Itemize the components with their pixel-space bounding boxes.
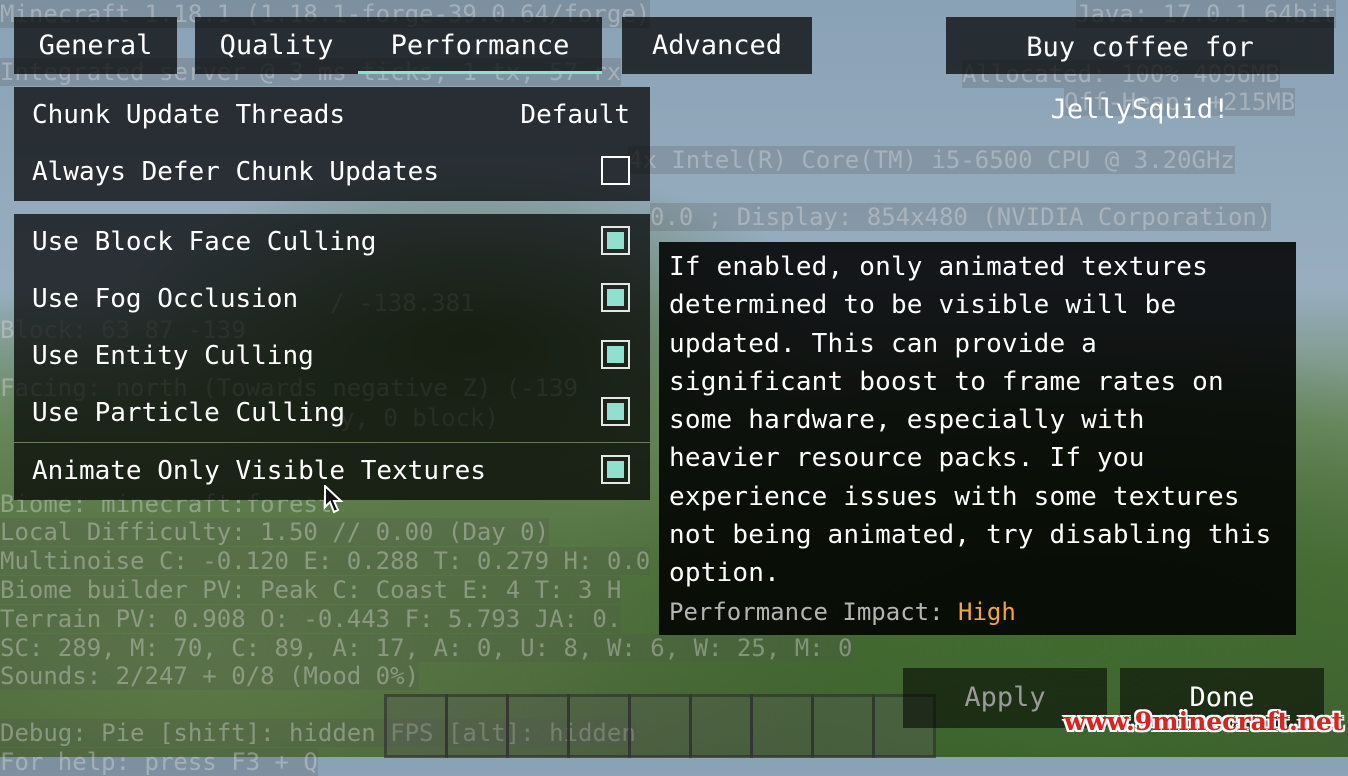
hotbar-slot — [689, 694, 753, 758]
debug-line: Terrain PV: 0.908 O: -0.443 F: 5.793 JA:… — [0, 605, 622, 633]
checkbox[interactable] — [601, 397, 630, 426]
tab-quality[interactable]: Quality — [195, 17, 358, 74]
option-label: Animate Only Visible Textures — [32, 456, 486, 486]
option-use-entity-culling[interactable]: Use Entity Culling — [14, 328, 650, 385]
hotbar-slot — [628, 694, 692, 758]
tooltip-description: If enabled, only animated textures deter… — [669, 252, 1272, 589]
debug-line: Multinoise C: -0.120 E: 0.288 T: 0.279 H… — [0, 547, 651, 575]
donate-button[interactable]: Buy coffee for JellySquid! — [946, 17, 1334, 125]
option-value: Default — [520, 100, 630, 130]
checkbox[interactable] — [601, 156, 630, 185]
option-label: Use Particle Culling — [32, 398, 346, 428]
option-label: Use Block Face Culling — [32, 227, 377, 257]
watermark: www.9minecraft.net — [1064, 707, 1344, 736]
option-tooltip: If enabled, only animated textures deter… — [659, 242, 1296, 635]
impact-value: High — [958, 597, 1016, 626]
option-label: Chunk Update Threads — [32, 100, 346, 130]
checkbox[interactable] — [601, 283, 630, 312]
option-label: Always Defer Chunk Updates — [32, 157, 439, 187]
checkbox[interactable] — [601, 340, 630, 369]
checkbox[interactable] — [601, 226, 630, 255]
hotbar-slot — [567, 694, 631, 758]
debug-line: Local Difficulty: 1.50 // 0.00 (Day 0) — [0, 518, 550, 546]
checkbox[interactable] — [601, 455, 630, 484]
mouse-cursor-icon — [324, 485, 344, 514]
hotbar-slot — [750, 694, 814, 758]
impact-label: Performance Impact: — [669, 597, 944, 626]
hotbar-slot — [384, 694, 448, 758]
hotbar — [384, 694, 936, 758]
option-chunk-update-threads[interactable]: Chunk Update Threads Default — [14, 87, 650, 144]
performance-impact: Performance Impact: High — [669, 593, 1286, 631]
tab-performance[interactable]: Performance — [358, 17, 602, 74]
option-use-block-face-culling[interactable]: Use Block Face Culling — [14, 214, 650, 271]
debug-line: Biome builder PV: Peak C: Coast E: 4 T: … — [0, 576, 622, 604]
debug-line: 0.0 ; Display: 854x480 (NVIDIA Corporati… — [650, 203, 1272, 231]
debug-line: SC: 289, M: 70, C: 89, A: 17, A: 0, U: 8… — [0, 634, 853, 662]
tab-advanced[interactable]: Advanced — [622, 17, 812, 74]
option-always-defer-chunk-updates[interactable]: Always Defer Chunk Updates — [14, 144, 650, 201]
debug-line: Sounds: 2/247 + 0/8 (Mood 0%) — [0, 662, 420, 690]
hotbar-slot — [506, 694, 570, 758]
debug-line: 4x Intel(R) Core(TM) i5-6500 CPU @ 3.20G… — [628, 146, 1235, 174]
option-use-particle-culling[interactable]: Use Particle Culling — [14, 385, 650, 442]
option-label: Use Entity Culling — [32, 341, 314, 371]
hotbar-slot — [445, 694, 509, 758]
option-use-fog-occlusion[interactable]: Use Fog Occlusion — [14, 271, 650, 328]
hotbar-slot — [811, 694, 875, 758]
option-label: Use Fog Occlusion — [32, 284, 299, 314]
debug-line: For help: press F3 + Q — [0, 748, 318, 776]
tab-general[interactable]: General — [14, 17, 177, 74]
